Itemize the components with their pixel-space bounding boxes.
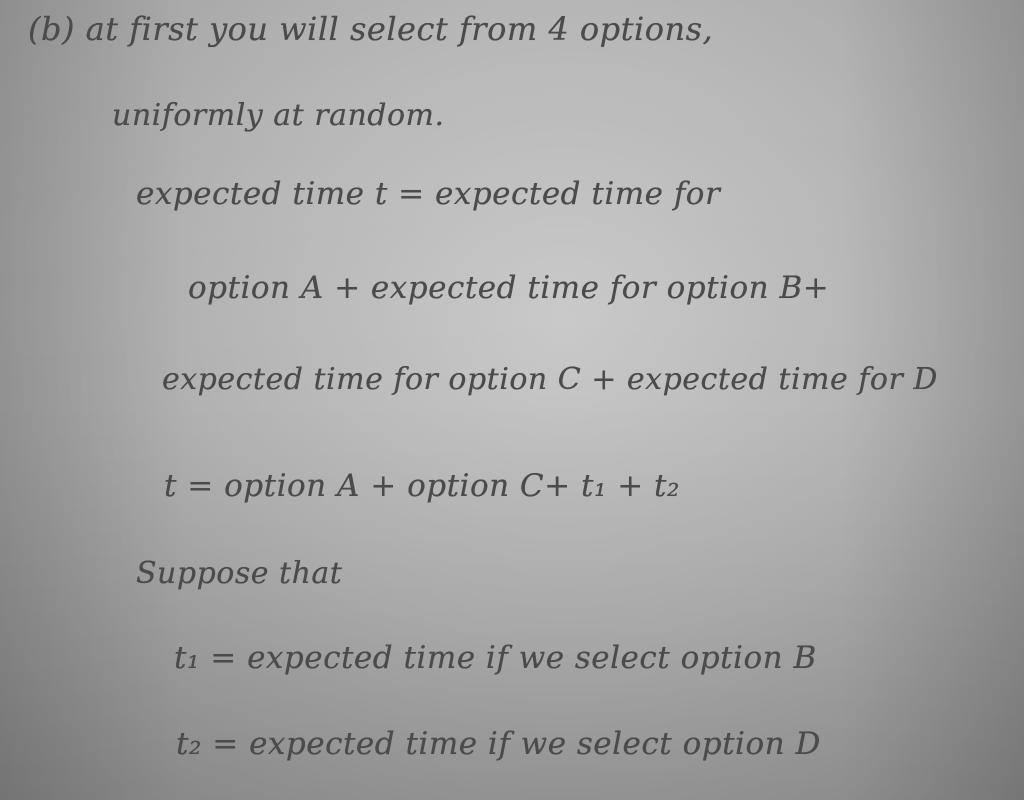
note-line-option-c-d: expected time for option C + expected ti… [162,362,938,397]
note-line-uniformly: uniformly at random. [112,98,445,133]
note-line-expected-time: expected time t = expected time for [136,176,721,212]
note-line-suppose: Suppose that [136,556,343,591]
note-line-t2-definition: t₂ = expected time if we select option D [176,726,821,762]
notebook-page: (b) at first you will select from 4 opti… [0,0,1024,800]
note-line-option-a-b: option A + expected time for option B+ [188,270,830,306]
note-line-part-b: (b) at first you will select from 4 opti… [28,10,714,48]
note-line-t1-definition: t₁ = expected time if we select option B [174,640,817,676]
note-line-equation: t = option A + option C+ t₁ + t₂ [164,468,680,504]
